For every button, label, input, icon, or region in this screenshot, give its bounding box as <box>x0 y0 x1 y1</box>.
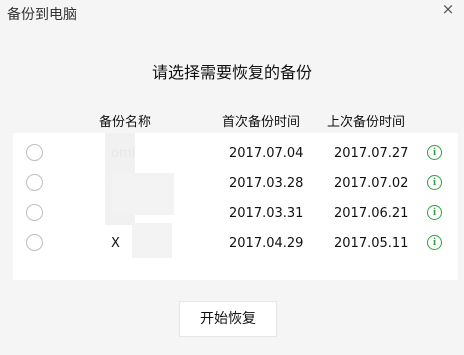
radio-button[interactable] <box>26 234 43 251</box>
column-header-last-backup-time: 上次备份时间 <box>327 115 406 130</box>
last-backup-time: 2017.06.21 <box>334 206 409 221</box>
first-backup-time: 2017.04.29 <box>229 236 304 251</box>
backup-name: X <box>111 236 120 251</box>
page-title: 请选择需要恢复的备份 <box>151 63 312 82</box>
info-icon[interactable]: i <box>427 235 442 250</box>
backup-row[interactable]: omi 2017.03.28 2017.07.02 i <box>13 166 458 196</box>
backup-row[interactable]: 2017.03.31 2017.06.21 i <box>13 196 458 226</box>
backup-list-panel: omi 2017.07.04 2017.07.27 i omi 2017.03.… <box>13 133 458 280</box>
info-icon[interactable]: i <box>427 145 442 160</box>
radio-button[interactable] <box>26 174 43 191</box>
window-title: 备份到电脑 <box>7 7 77 23</box>
privacy-blur <box>132 223 172 258</box>
radio-button[interactable] <box>26 144 43 161</box>
first-backup-time: 2017.03.28 <box>229 176 304 191</box>
info-icon[interactable]: i <box>427 175 442 190</box>
privacy-blur <box>112 173 174 215</box>
close-icon[interactable]: × <box>439 0 457 18</box>
column-header-first-backup-time: 首次备份时间 <box>222 115 301 130</box>
backup-row[interactable]: omi 2017.07.04 2017.07.27 i <box>13 136 458 166</box>
first-backup-time: 2017.03.31 <box>229 206 304 221</box>
info-icon[interactable]: i <box>427 205 442 220</box>
radio-button[interactable] <box>26 204 43 221</box>
restore-button[interactable]: 开始恢复 <box>179 301 277 337</box>
first-backup-time: 2017.07.04 <box>229 146 304 161</box>
last-backup-time: 2017.07.27 <box>334 146 409 161</box>
backup-row[interactable]: X 2017.04.29 2017.05.11 i <box>13 226 458 256</box>
column-header-backup-name: 备份名称 <box>99 115 152 130</box>
backup-window: 备份到电脑 × 请选择需要恢复的备份 备份名称 首次备份时间 上次备份时间 om… <box>0 0 464 355</box>
last-backup-time: 2017.07.02 <box>334 176 409 191</box>
last-backup-time: 2017.05.11 <box>334 236 409 251</box>
